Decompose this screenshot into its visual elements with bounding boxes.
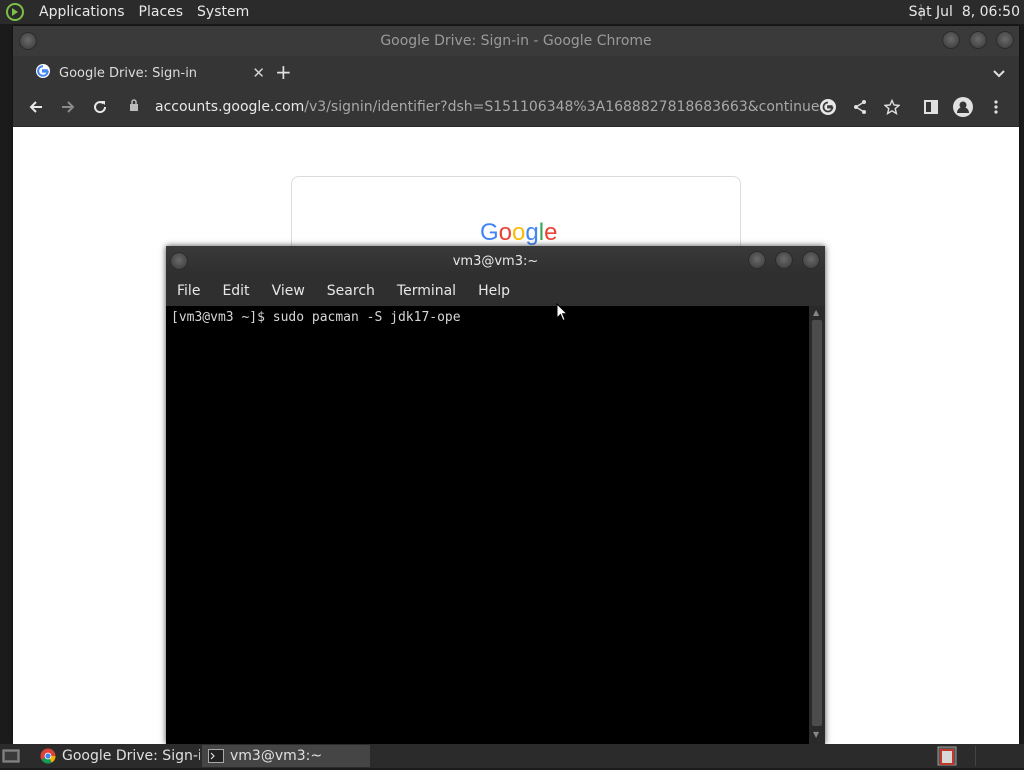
taskbar-chrome-button[interactable]: Google Drive: Sign-i... bbox=[34, 745, 200, 767]
menu-file[interactable]: File bbox=[166, 283, 211, 299]
terminal-minimize-button[interactable] bbox=[748, 251, 766, 269]
terminal-title: vm3@vm3:~ bbox=[452, 254, 539, 269]
scroll-down-arrow-icon[interactable]: ▼ bbox=[813, 730, 819, 739]
chrome-toolbar: accounts.google.com/v3/signin/identifier… bbox=[13, 88, 1019, 127]
terminal-maximize-button[interactable] bbox=[775, 251, 793, 269]
logo-letter: e bbox=[544, 219, 558, 246]
tab-search-chevron-icon[interactable] bbox=[993, 64, 1005, 83]
maximize-button[interactable] bbox=[969, 31, 987, 49]
chrome-icon bbox=[40, 748, 56, 764]
side-panel-icon[interactable] bbox=[921, 97, 941, 117]
applications-menu[interactable]: Applications bbox=[32, 4, 132, 20]
mate-logo-icon[interactable] bbox=[4, 1, 26, 23]
window-menu-button[interactable] bbox=[19, 32, 37, 50]
trash-icon[interactable] bbox=[936, 746, 958, 766]
chrome-window-title: Google Drive: Sign-in - Google Chrome bbox=[380, 33, 652, 49]
terminal-scrollbar[interactable]: ▲ ▼ bbox=[809, 306, 825, 744]
places-menu[interactable]: Places bbox=[132, 4, 191, 20]
terminal-menubar: File Edit View Search Terminal Help bbox=[166, 276, 825, 306]
forward-arrow-icon[interactable] bbox=[58, 97, 78, 117]
terminal-close-button[interactable] bbox=[802, 251, 820, 269]
system-menu[interactable]: System bbox=[190, 4, 256, 20]
url-host: accounts.google.com bbox=[155, 99, 305, 115]
show-desktop-icon[interactable] bbox=[2, 747, 20, 765]
google-logo: Google bbox=[480, 219, 557, 247]
task-label: Google Drive: Sign-i... bbox=[62, 748, 200, 764]
address-bar[interactable]: accounts.google.com/v3/signin/identifier… bbox=[129, 93, 819, 121]
reload-icon[interactable] bbox=[90, 97, 110, 117]
bookmark-star-icon[interactable] bbox=[882, 97, 902, 117]
lock-icon[interactable] bbox=[129, 93, 143, 121]
scrollbar-thumb[interactable] bbox=[812, 320, 822, 726]
back-arrow-icon[interactable] bbox=[26, 97, 46, 117]
menu-edit[interactable]: Edit bbox=[211, 283, 260, 299]
logo-letter: o bbox=[512, 219, 526, 246]
profile-avatar-icon[interactable] bbox=[953, 97, 973, 117]
new-tab-icon[interactable]: + bbox=[275, 60, 292, 84]
terminal-screen[interactable]: [vm3@vm3 ~]$ sudo pacman -S jdk17-ope bbox=[166, 306, 809, 744]
tab-google-drive-signin[interactable]: Google Drive: Sign-in ✕ bbox=[21, 58, 271, 88]
tab-title: Google Drive: Sign-in bbox=[59, 65, 198, 81]
taskbar-terminal-button[interactable]: vm3@vm3:~ bbox=[202, 745, 370, 767]
terminal-window: vm3@vm3:~ File Edit View Search Terminal… bbox=[166, 246, 825, 744]
chrome-titlebar[interactable]: Google Drive: Sign-in - Google Chrome bbox=[13, 26, 1019, 56]
google-lens-icon[interactable] bbox=[818, 97, 838, 117]
top-panel: Applications Places System Sat Jul 8, 06… bbox=[0, 0, 1024, 24]
panel-separator bbox=[975, 746, 976, 766]
terminal-titlebar[interactable]: vm3@vm3:~ bbox=[166, 246, 825, 276]
mouse-cursor-icon bbox=[556, 302, 569, 327]
google-favicon-icon bbox=[35, 63, 51, 83]
close-window-button[interactable] bbox=[996, 31, 1014, 49]
tab-strip: Google Drive: Sign-in ✕ + bbox=[13, 56, 1019, 88]
url-path: /v3/signin/identifier?dsh=S151106348%3A1… bbox=[304, 99, 819, 115]
clock[interactable]: Sat Jul 8, 06:50 bbox=[909, 0, 1020, 24]
menu-terminal[interactable]: Terminal bbox=[386, 283, 467, 299]
terminal-window-menu-button[interactable] bbox=[170, 252, 188, 270]
minimize-button[interactable] bbox=[942, 31, 960, 49]
logo-letter: o bbox=[498, 219, 513, 246]
task-label: vm3@vm3:~ bbox=[230, 748, 323, 764]
logo-letter: g bbox=[525, 219, 539, 246]
terminal-icon bbox=[208, 749, 224, 763]
tab-close-icon[interactable]: ✕ bbox=[252, 64, 265, 82]
kebab-menu-icon[interactable] bbox=[986, 97, 1006, 117]
bottom-panel: Google Drive: Sign-i... vm3@vm3:~ bbox=[0, 744, 1024, 768]
scroll-up-arrow-icon[interactable]: ▲ bbox=[813, 308, 819, 317]
terminal-line: [vm3@vm3 ~]$ sudo pacman -S jdk17-ope bbox=[171, 310, 461, 325]
menu-view[interactable]: View bbox=[261, 283, 316, 299]
logo-letter: G bbox=[480, 219, 499, 246]
share-icon[interactable] bbox=[850, 97, 870, 117]
menu-help[interactable]: Help bbox=[467, 283, 521, 299]
menu-search[interactable]: Search bbox=[316, 283, 386, 299]
